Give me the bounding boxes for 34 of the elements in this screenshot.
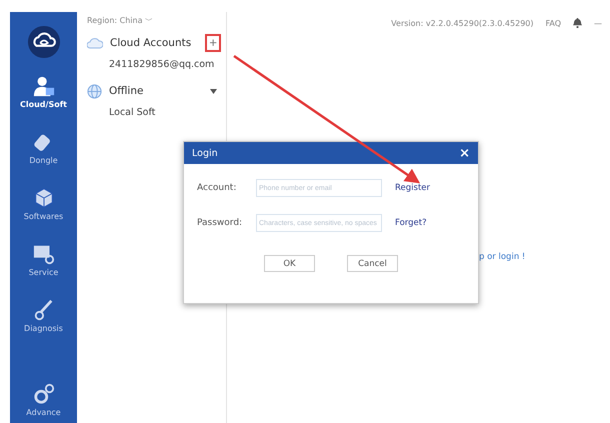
sidebar-item[interactable]: Service [10, 243, 77, 299]
sidebar-item[interactable]: Dongle [10, 131, 77, 187]
tree-item[interactable]: 2411829856@qq.com [87, 53, 214, 74]
field-label: Password: [197, 218, 244, 228]
faq-link[interactable]: FAQ [546, 18, 561, 28]
cube-icon [32, 187, 54, 209]
tree-item[interactable]: Local Soft [87, 101, 156, 122]
gears-icon [32, 383, 54, 405]
region-selector[interactable]: Region: China ﹀ [87, 15, 154, 26]
minimize-button[interactable]: — [594, 18, 602, 28]
caret-icon[interactable] [210, 88, 217, 94]
version-label: Version: v2.2.0.45290(2.3.0.45290) [391, 18, 534, 28]
login-hint-text: p or login ! [479, 252, 526, 262]
close-button[interactable]: × [459, 146, 470, 160]
add-account-button[interactable]: + [205, 34, 221, 52]
dialog-button[interactable]: OK [264, 255, 315, 272]
sidebar-item[interactable]: Cloud/Soft [10, 75, 77, 131]
dialog-button[interactable]: Cancel [347, 255, 398, 272]
sidebar-item[interactable]: Diagnosis [10, 299, 77, 355]
user-icon [32, 75, 54, 97]
field-label: Account: [197, 183, 238, 193]
probe-icon [32, 299, 54, 321]
bell-icon[interactable] [573, 18, 582, 28]
cloud-icon [87, 37, 103, 49]
group-label[interactable]: Cloud Accounts [110, 37, 192, 49]
screen-gear-icon [32, 243, 54, 265]
text-link[interactable]: Forget? [395, 218, 427, 228]
cloud-logo-icon [26, 25, 60, 59]
globe-icon [87, 84, 102, 98]
dialog-title: Login [192, 148, 218, 158]
text-link[interactable]: Register [395, 183, 430, 193]
sidebar-item[interactable]: Softwares [10, 187, 77, 243]
sidebar-item[interactable]: Advance [10, 383, 77, 423]
group-label[interactable]: Offline [109, 85, 144, 97]
